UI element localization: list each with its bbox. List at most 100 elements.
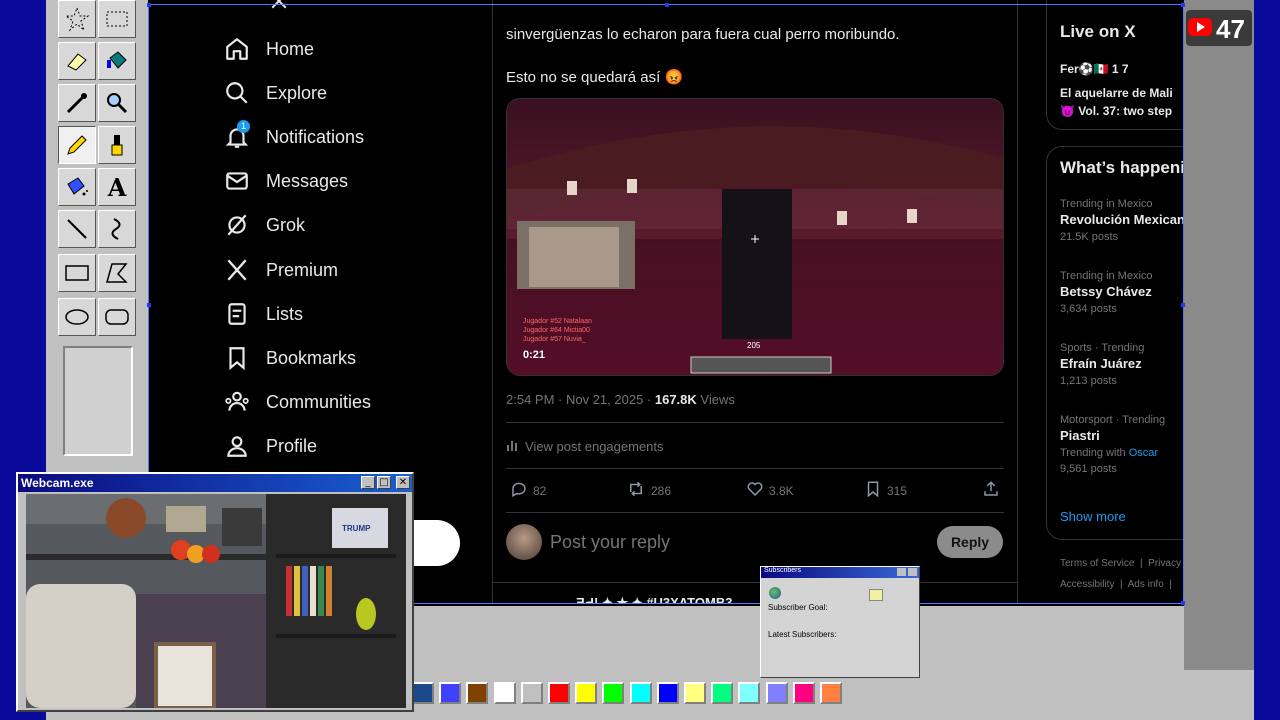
footer-links[interactable]: Terms of Service | Privacy (1060, 558, 1181, 569)
trend-item[interactable]: Motorsport · Trending Piastri Trending w… (1060, 414, 1184, 475)
tool-options-panel[interactable] (63, 346, 133, 456)
nav-label: Grok (266, 214, 306, 235)
post-text-line: sinvergüenzas lo echaron para fuera cual… (506, 26, 900, 43)
nav-item-lists[interactable]: Lists (228, 299, 304, 329)
color-swatch[interactable] (548, 682, 570, 704)
color-swatch[interactable] (711, 682, 734, 704)
nav-label: Profile (266, 435, 318, 456)
video-time: 0:21 (523, 349, 546, 361)
minimize-icon[interactable]: _ (361, 476, 375, 489)
post-timestamp[interactable]: 2:54 PM · Nov 21, 2025 · (506, 392, 655, 407)
nav-item-home[interactable]: Home (226, 34, 315, 64)
poster-text: TRUMP (342, 524, 371, 533)
live-host: Fer⚽🇲🇽 1 7 (1060, 62, 1129, 76)
nav-item-premium[interactable]: Premium (227, 255, 338, 285)
heart-icon (746, 480, 764, 501)
line-tool-icon[interactable] (58, 210, 96, 248)
color-swatch[interactable] (439, 682, 462, 704)
live-title: Live on X (1060, 22, 1136, 41)
polygon-tool-icon[interactable] (98, 254, 136, 292)
avatar[interactable] (506, 524, 542, 560)
brush-icon[interactable] (98, 126, 136, 164)
color-swatch[interactable] (820, 682, 842, 704)
rounded-rect-tool-icon[interactable] (98, 298, 136, 336)
nav-label: Home (266, 38, 315, 59)
list-icon (224, 301, 250, 327)
airbrush-icon[interactable] (58, 168, 96, 206)
post-text-line: Esto no se quedará así 😡 (506, 69, 684, 86)
repost-action[interactable]: 286 (626, 480, 671, 501)
fill-bucket-icon[interactable] (98, 42, 136, 80)
maximize-icon[interactable] (897, 568, 906, 576)
color-swatch[interactable] (629, 682, 652, 704)
reply-input[interactable]: Post your reply (550, 532, 670, 553)
live-desc: El aquelarre de Mali (1060, 86, 1173, 100)
trend-item[interactable]: Sports · Trending Efraín Juárez 1,213 po… (1060, 342, 1184, 387)
share-icon[interactable] (982, 480, 1000, 503)
color-swatch[interactable] (602, 682, 625, 704)
nav-label: Bookmarks (266, 347, 357, 368)
chart-icon (506, 438, 520, 455)
rect-select-icon[interactable] (98, 0, 136, 38)
view-engagements-link[interactable]: View post engagements (506, 438, 664, 455)
show-more-link[interactable]: Show more (1060, 509, 1126, 524)
nav-item-explore[interactable]: Explore (226, 78, 328, 108)
nav-label: Communities (266, 391, 372, 412)
color-picker-icon[interactable] (58, 84, 96, 122)
nav-item-notifications[interactable]: 1 Notifications (225, 120, 364, 152)
post-video[interactable]: Jugador #52 Natalaan Jugador #64 Mictia0… (506, 98, 1004, 376)
maximize-icon[interactable]: □ (377, 476, 391, 489)
color-swatch[interactable] (493, 682, 516, 704)
color-swatch[interactable] (765, 682, 788, 704)
eraser-icon[interactable] (58, 42, 96, 80)
webcam-feed: TRUMP (26, 494, 406, 708)
ellipse-tool-icon[interactable] (58, 298, 96, 336)
footer-links[interactable]: Accessibility | Ads info | (1060, 579, 1172, 590)
trend-item[interactable]: Trending in Mexico Betssy Chávez 3,634 p… (1060, 270, 1184, 315)
post-meta: 2:54 PM · Nov 21, 2025 · 167.8K Views (506, 392, 735, 407)
nav-item-bookmarks[interactable]: Bookmarks (229, 343, 357, 373)
color-swatch[interactable] (792, 682, 815, 704)
reply-button[interactable]: Reply (937, 526, 1003, 558)
pencil-icon[interactable] (58, 126, 96, 164)
webcam-titlebar[interactable]: Webcam.exe _ □ ✕ (18, 474, 412, 492)
x-logo-icon[interactable] (270, 0, 288, 10)
color-swatch[interactable] (684, 682, 706, 704)
curve-tool-icon[interactable] (98, 210, 136, 248)
close-icon[interactable] (908, 568, 917, 576)
people-icon (224, 389, 250, 415)
nav-item-profile[interactable]: Profile (227, 431, 318, 461)
webcam-window[interactable]: Webcam.exe _ □ ✕ TRUMP (16, 472, 414, 712)
color-swatch[interactable] (466, 682, 489, 704)
color-swatch[interactable] (412, 682, 434, 704)
close-icon[interactable]: ✕ (396, 476, 410, 489)
notification-badge: 1 (237, 120, 250, 133)
nav-item-communities[interactable]: Communities (225, 387, 372, 417)
bookmark-action[interactable]: 315 (864, 480, 907, 501)
views-count: 167.8K (654, 392, 697, 407)
bookmark-icon (864, 480, 882, 501)
subscribers-titlebar[interactable]: Subscribers (761, 567, 919, 578)
free-select-icon[interactable] (58, 0, 96, 38)
text-tool-icon[interactable]: A (98, 168, 136, 206)
trend-item[interactable]: Trending in Mexico Revolución Mexicana 2… (1060, 198, 1184, 243)
subscribers-window[interactable]: Subscribers Subscriber Goal: Latest Subs… (760, 566, 920, 678)
like-count: 3.8K (769, 483, 794, 498)
color-swatch[interactable] (520, 682, 543, 704)
nav-label: Explore (266, 82, 328, 103)
reply-count: 82 (533, 483, 547, 498)
color-swatch[interactable] (656, 682, 679, 704)
latest-subscribers-label: Latest Subscribers: (768, 630, 837, 639)
reply-icon (510, 480, 528, 501)
color-swatch[interactable] (575, 682, 598, 704)
rectangle-tool-icon[interactable] (58, 254, 96, 292)
subscriber-goal-label: Subscriber Goal: (768, 603, 828, 612)
reply-action[interactable]: 82 (510, 480, 546, 501)
color-swatch[interactable] (738, 682, 761, 704)
like-action[interactable]: 3.8K (746, 480, 794, 501)
nav-item-messages[interactable]: Messages (226, 166, 348, 196)
magnifier-icon[interactable] (98, 84, 136, 122)
nav-item-grok[interactable]: Grok (227, 210, 306, 240)
nav-label: Lists (266, 303, 304, 324)
next-post-author[interactable]: ƎԀ! ✦ ★ ✦ #U3XATOMB3 (576, 596, 776, 604)
